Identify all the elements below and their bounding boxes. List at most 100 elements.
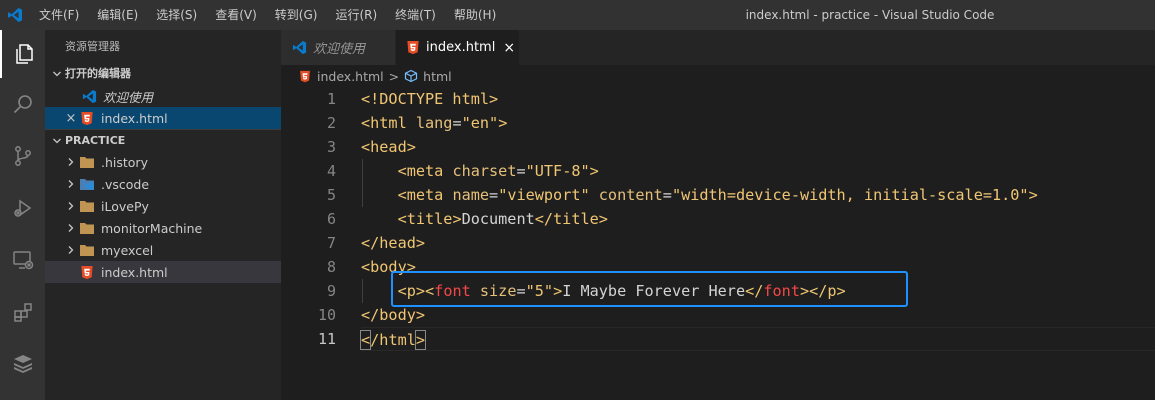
- code-token: "viewport": [498, 186, 590, 204]
- line-number: 3: [326, 138, 336, 156]
- tree-item-label: iLovePy: [101, 198, 149, 214]
- code-line: <head>: [361, 135, 1155, 159]
- breadcrumb-symbol[interactable]: html: [423, 69, 451, 84]
- line-number: 2: [326, 114, 336, 132]
- tree-item-label: .vscode: [101, 176, 150, 192]
- code-line: <html lang="en">: [361, 111, 1155, 135]
- code-token: >: [498, 114, 508, 132]
- menu-bar: 文件(F) 编辑(E) 选择(S) 查看(V) 转到(G) 运行(R) 终端(T…: [30, 0, 505, 30]
- code-line: </head>: [361, 231, 1155, 255]
- open-editor-welcome[interactable]: 欢迎使用: [45, 85, 281, 107]
- folder-icon: [79, 198, 95, 214]
- open-editor-index-html[interactable]: × index.html: [45, 107, 281, 129]
- code-token: >: [1028, 186, 1038, 204]
- search-icon[interactable]: [0, 80, 45, 128]
- code-token: Document: [461, 210, 535, 228]
- tree-item-label: monitorMachine: [101, 220, 203, 236]
- explorer-sidebar: 资源管理器 打开的编辑器 欢迎使用 × index.html PRACTICE …: [45, 30, 281, 400]
- vscode-logo-icon: [0, 0, 30, 30]
- code-line: </html>: [359, 327, 1155, 351]
- code-token: <meta: [397, 186, 453, 204]
- chevron-right-icon: [63, 151, 79, 173]
- code-token: /html: [370, 331, 416, 349]
- line-number-gutter: 1 2 3 4 5 6 7 8 9 10 11: [281, 87, 361, 351]
- tree-item-label: myexcel: [101, 242, 154, 258]
- open-editors-label: 打开的编辑器: [65, 67, 131, 80]
- code-token: >: [589, 162, 599, 180]
- code-token: =: [489, 186, 499, 204]
- breadcrumb-separator: >: [388, 68, 400, 84]
- highlight-annotation-box: [391, 271, 908, 307]
- code-token: <head>: [361, 138, 416, 156]
- html5-icon: [406, 40, 420, 56]
- tree-item-label: index.html: [101, 264, 168, 280]
- html5-icon: [298, 69, 312, 83]
- menu-terminal[interactable]: 终端(T): [386, 0, 445, 30]
- run-debug-icon[interactable]: [0, 184, 45, 232]
- close-icon[interactable]: ×: [63, 111, 79, 126]
- code-lines: <!DOCTYPE html> <html lang="en"> <head> …: [359, 87, 1155, 351]
- line-number: 11: [317, 330, 336, 348]
- code-editor[interactable]: 1 2 3 4 5 6 7 8 9 10 11 <!DOCTYPE html> …: [281, 87, 1155, 400]
- practice-folder-header[interactable]: PRACTICE: [45, 129, 281, 151]
- vscode-icon: [81, 88, 97, 104]
- close-icon[interactable]: ×: [503, 40, 515, 56]
- tree-item-vscode[interactable]: .vscode: [45, 173, 281, 195]
- line-number: 4: [326, 162, 336, 180]
- extensions-icon[interactable]: [0, 288, 45, 336]
- chevron-down-icon: [49, 130, 65, 152]
- menu-selection[interactable]: 选择(S): [147, 0, 206, 30]
- title-bar: 文件(F) 编辑(E) 选择(S) 查看(V) 转到(G) 运行(R) 终端(T…: [0, 0, 1155, 30]
- editor-tabs: 欢迎使用 index.html ×: [281, 30, 1155, 65]
- open-editor-label: 欢迎使用: [103, 89, 154, 105]
- code-token: >: [414, 330, 427, 350]
- explorer-icon[interactable]: [0, 30, 45, 78]
- code-token: </head>: [361, 234, 426, 252]
- code-token: <title>: [397, 210, 462, 228]
- code-token: </title>: [534, 210, 608, 228]
- code-token: content: [598, 186, 663, 204]
- source-control-icon[interactable]: [0, 132, 45, 180]
- breadcrumb-file[interactable]: index.html: [317, 69, 384, 84]
- tab-label: 欢迎使用: [313, 42, 366, 57]
- menu-go[interactable]: 转到(G): [266, 0, 327, 30]
- open-editors-header[interactable]: 打开的编辑器: [45, 63, 281, 85]
- code-line: <meta charset="UTF-8">: [361, 159, 1155, 183]
- menu-help[interactable]: 帮助(H): [445, 0, 505, 30]
- database-icon[interactable]: [0, 340, 45, 388]
- code-token: "en": [461, 114, 499, 132]
- tree-item-ilovepy[interactable]: iLovePy: [45, 195, 281, 217]
- remote-explorer-icon[interactable]: [0, 236, 45, 284]
- tab-welcome[interactable]: 欢迎使用: [281, 30, 396, 65]
- tree-item-history[interactable]: .history: [45, 151, 281, 173]
- tree-item-myexcel[interactable]: myexcel: [45, 239, 281, 261]
- menu-run[interactable]: 运行(R): [326, 0, 386, 30]
- code-token: =: [516, 162, 526, 180]
- code-token: <: [359, 330, 372, 350]
- sidebar-title: 资源管理器: [65, 40, 120, 53]
- folder-icon: [79, 154, 95, 170]
- menu-edit[interactable]: 编辑(E): [88, 0, 147, 30]
- code-token: <html: [361, 114, 416, 132]
- chevron-down-icon: [49, 63, 65, 85]
- folder-vscode-icon: [79, 176, 95, 192]
- practice-folder-label: PRACTICE: [65, 133, 126, 147]
- tree-item-index-html[interactable]: index.html: [45, 261, 281, 283]
- chevron-right-icon: [63, 195, 79, 217]
- html5-icon: [79, 110, 95, 126]
- menu-view[interactable]: 查看(V): [206, 0, 266, 30]
- code-token: <meta: [397, 162, 453, 180]
- menu-file[interactable]: 文件(F): [30, 0, 88, 30]
- line-number: 9: [326, 282, 336, 300]
- tab-index-html[interactable]: index.html ×: [396, 30, 520, 65]
- folder-icon: [79, 242, 95, 258]
- tree-item-monitormachine[interactable]: monitorMachine: [45, 217, 281, 239]
- activity-bar: [0, 30, 45, 400]
- line-number: 8: [326, 258, 336, 276]
- chevron-right-icon: [63, 239, 79, 261]
- code-token: =: [452, 114, 462, 132]
